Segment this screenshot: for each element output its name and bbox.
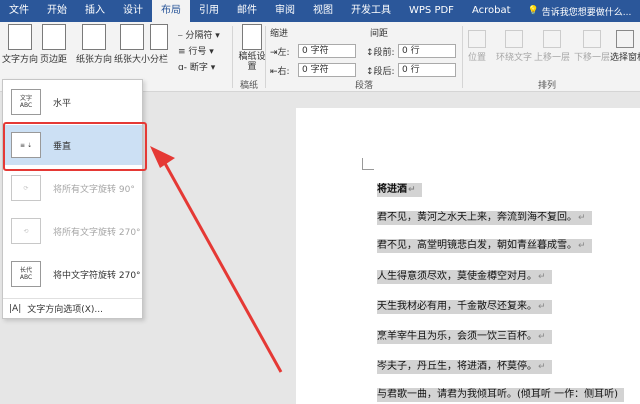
text-direction-icon [8,24,32,50]
line-numbers-button[interactable]: ≡ 行号 ▾ [178,44,214,57]
columns-button[interactable]: 分栏 [150,24,168,65]
tab-home[interactable]: 开始 [38,0,76,22]
indent-right-label: ⇤右: [270,67,290,77]
margin-mark [362,158,374,170]
paragraph-mark: ↵ [538,302,546,312]
tell-me-search[interactable]: 💡 告诉我您想要做什么... [528,5,632,18]
ribbon-tabs: 文件 开始 插入 设计 布局 引用 邮件 审阅 视图 开发工具 WPS PDF … [0,0,640,22]
indent-left-label: ⇥左: [270,48,290,58]
page-size-icon [120,24,144,50]
lightbulb-icon: 💡 [527,6,539,16]
space-before-label: ↕段前: [366,48,395,58]
bring-forward-button[interactable]: 上移一层 [534,30,570,63]
dd-item-horizontal[interactable]: 文字 ABC 水平 [3,82,142,122]
space-before-input[interactable]: 0 行 [398,44,456,58]
paragraph-mark: ↵ [408,185,416,195]
indent-label: 缩进 [270,29,289,39]
separator [462,26,463,88]
space-after-input[interactable]: 0 行 [398,63,456,77]
indent-right-icon: ⇤ [270,67,278,77]
send-backward-button[interactable]: 下移一层 [574,30,610,63]
margins-icon [41,24,66,50]
orientation-icon [82,24,106,50]
rotate-90-icon: ⟳ [11,175,41,201]
tab-acrobat[interactable]: Acrobat [463,0,520,22]
hyphenation-icon: ɑ- [178,63,190,73]
line-numbers-icon: ≡ [178,47,189,57]
arrange-group-label: 排列 [538,81,557,91]
tab-mailings[interactable]: 邮件 [228,0,266,22]
indent-right-input[interactable]: 0 字符 [298,63,356,77]
send-backward-icon [583,30,601,48]
indent-left-icon: ⇥ [270,48,278,58]
paragraph-mark: ↵ [538,362,546,372]
position-button[interactable]: 位置 [468,30,486,63]
doc-line: 君不见，黄河之水天上来，奔流到海不复回。↵ [377,211,592,225]
space-before-icon: ↕ [366,48,374,58]
tab-file[interactable]: 文件 [0,0,38,22]
paragraph-group-label: 段落 [355,81,374,91]
draft-paper-icon [242,24,262,50]
tab-references[interactable]: 引用 [190,0,228,22]
tab-view[interactable]: 视图 [304,0,342,22]
doc-line: 烹羊宰牛且为乐，会须一饮三百杯。↵ [377,330,552,344]
tab-insert[interactable]: 插入 [76,0,114,22]
tab-developer[interactable]: 开发工具 [342,0,400,22]
horizontal-text-icon: 文字 ABC [11,89,41,115]
position-icon [468,30,486,48]
space-after-label: ↕段后: [366,67,395,77]
space-after-icon: ↕ [366,67,374,77]
rotate-270-icon: ⟲ [11,218,41,244]
dd-item-rotate-chinese-270[interactable]: 长代 ABC 将中文字符旋转 270° [3,254,142,294]
tab-review[interactable]: 审阅 [266,0,304,22]
orientation-button[interactable]: 纸张方向 [76,24,112,65]
columns-icon [150,24,168,50]
size-button[interactable]: 纸张大小 [114,24,150,65]
tab-design[interactable]: 设计 [114,0,152,22]
paragraph-mark: ↵ [538,332,546,342]
paragraph-mark: ↵ [578,241,586,251]
text-direction-options[interactable]: |A| 文字方向选项(X)... [3,298,142,318]
rotate-chinese-icon: 长代 ABC [11,261,41,287]
separator [265,26,266,88]
margins-button[interactable]: 页边距 [40,24,67,65]
draft-group-label: 稿纸 [240,81,259,91]
dd-item-rotate-270[interactable]: ⟲ 将所有文字旋转 270° [3,211,142,251]
doc-line: 天生我材必有用，千金散尽还复来。↵ [377,300,552,314]
paragraph-mark: ↵ [578,213,586,223]
wrap-text-icon [505,30,523,48]
hyphenation-button[interactable]: ɑ- 断字 ▾ [178,60,215,73]
document-page[interactable]: 将进酒↵ 君不见，黄河之水天上来，奔流到海不复回。↵ 君不见，高堂明镜悲白发，朝… [296,108,640,404]
bring-forward-icon [543,30,561,48]
draft-paper-button[interactable]: 稿纸设置 [238,24,266,72]
breaks-button[interactable]: ⎯ 分隔符 ▾ [178,28,220,41]
selection-pane-icon [616,30,634,48]
indent-left-input[interactable]: 0 字符 [298,44,356,58]
text-direction-options-icon: |A| [9,303,22,314]
spacing-label: 间距 [370,29,389,39]
text-direction-dropdown: 文字 ABC 水平 ≡ ⇣ 垂直 ⟳ 将所有文字旋转 90° ⟲ 将所有文字旋转 … [2,79,143,319]
tab-wps-pdf[interactable]: WPS PDF [400,0,463,22]
doc-line: 岑夫子，丹丘生，将进酒，杯莫停。↵ [377,360,552,374]
separator [232,26,233,88]
text-direction-button[interactable]: 文字方向 [2,24,38,65]
doc-line: 人生得意须尽欢，莫使金樽空对月。↵ [377,270,552,284]
tab-layout[interactable]: 布局 [152,0,190,22]
dd-item-rotate-90[interactable]: ⟳ 将所有文字旋转 90° [3,168,142,208]
paragraph-mark: ↵ [538,272,546,282]
doc-line: 与君歌一曲，请君为我倾耳听。(倾耳听 一作：侧耳听) [377,388,624,402]
selection-pane-button[interactable]: 选择窗格 [610,30,640,63]
wrap-text-button[interactable]: 环绕文字 [496,30,532,63]
doc-line: 将进酒↵ [377,183,422,197]
highlight-box [3,122,147,171]
doc-line: 君不见，高堂明镜悲白发，朝如青丝暮成雪。↵ [377,239,592,253]
